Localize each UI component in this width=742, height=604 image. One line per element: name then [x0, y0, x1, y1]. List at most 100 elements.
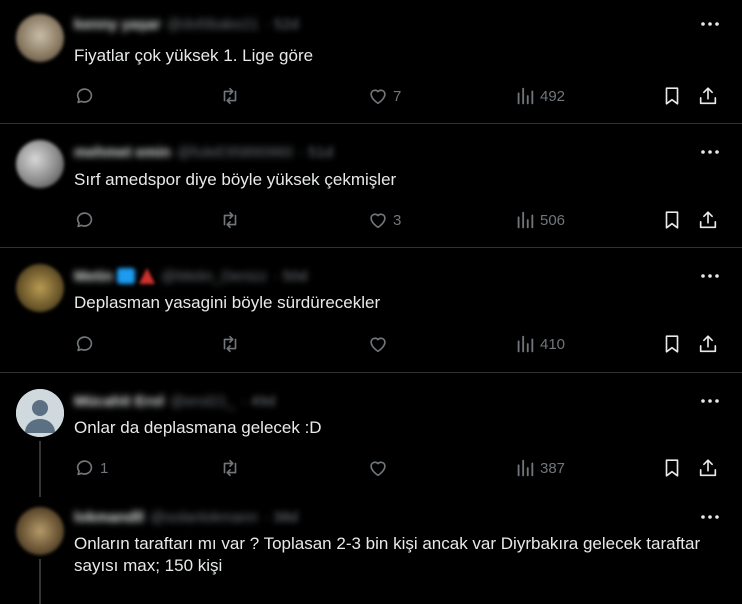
like-button[interactable]: 7 — [367, 84, 401, 108]
views-icon — [517, 87, 534, 105]
timestamp-value: 51d — [308, 143, 334, 161]
avatar[interactable] — [16, 389, 64, 437]
more-icon[interactable] — [700, 397, 720, 405]
author-handle[interactable]: @fuleE95890960 — [177, 144, 293, 161]
avatar[interactable] — [16, 14, 64, 62]
bookmark-button[interactable] — [661, 456, 683, 480]
reply-button[interactable] — [74, 208, 100, 232]
author-handle[interactable]: @erol21_ — [170, 393, 235, 410]
tweet-text: Fiyatlar çok yüksek 1. Lige göre — [74, 46, 314, 65]
tweet-header: Metin @Metin_Denizz · 50d — [74, 266, 307, 286]
views-button[interactable]: 506 — [514, 208, 565, 232]
heart-icon — [370, 461, 386, 477]
tweet[interactable]: mehmet emin @fuleE95890960 · 51d Sırf am… — [0, 124, 742, 248]
reply-icon — [76, 336, 93, 352]
tweet[interactable]: lokmandll @solanlokmann · 38d Onların ta… — [0, 497, 742, 604]
like-button[interactable] — [367, 332, 393, 356]
timestamp[interactable]: · 51d — [299, 144, 333, 161]
timestamp-value: 52d — [273, 15, 299, 33]
default-avatar-icon — [16, 389, 64, 437]
author-handle[interactable]: @solanlokmann — [150, 509, 258, 526]
timestamp-value: 38d — [272, 508, 299, 526]
reply-count: 1 — [100, 459, 109, 477]
heart-icon — [370, 89, 386, 105]
bookmark-button[interactable] — [661, 332, 683, 356]
reply-icon — [76, 460, 93, 476]
views-button[interactable]: 492 — [514, 84, 565, 108]
author-name[interactable]: Mücahit Erol — [74, 393, 164, 410]
reply-button[interactable] — [74, 332, 100, 356]
heart-icon — [370, 337, 386, 353]
share-button[interactable] — [697, 208, 719, 232]
reply-button[interactable]: 1 — [74, 456, 108, 480]
tweet[interactable]: Mücahit Erol @erol21_ · 49d Onlar da dep… — [0, 373, 742, 497]
retweet-button[interactable] — [219, 456, 241, 480]
like-count: 7 — [393, 87, 402, 105]
timestamp[interactable]: · 50d — [273, 268, 307, 285]
retweet-button[interactable] — [219, 332, 241, 356]
author-name[interactable]: kenny yaşar — [74, 16, 161, 33]
timestamp-value: 49d — [250, 392, 276, 410]
author-name[interactable]: mehmet emin — [74, 144, 171, 161]
timestamp-value: 50d — [282, 267, 308, 285]
share-icon — [699, 459, 717, 477]
badge-icon — [117, 268, 136, 284]
thread-line — [39, 441, 41, 497]
avatar[interactable] — [16, 140, 64, 188]
bookmark-button[interactable] — [661, 208, 683, 232]
like-button[interactable]: 3 — [367, 208, 401, 232]
more-icon[interactable] — [700, 20, 720, 28]
retweet-button[interactable] — [219, 208, 241, 232]
bookmark-icon — [665, 87, 679, 105]
bookmark-icon — [665, 459, 679, 477]
views-button[interactable]: 387 — [514, 456, 565, 480]
view-count: 492 — [540, 87, 566, 105]
views-icon — [517, 335, 534, 353]
view-count: 387 — [540, 459, 566, 477]
avatar[interactable] — [16, 507, 64, 555]
tweet-actions: 7 492 — [74, 84, 724, 108]
tweet-header: lokmandll @solanlokmann · 38d — [74, 507, 298, 527]
share-button[interactable] — [697, 456, 719, 480]
more-icon[interactable] — [700, 272, 720, 280]
like-button[interactable] — [367, 456, 393, 480]
timestamp[interactable]: · 52d — [265, 16, 299, 33]
timestamp[interactable]: · 49d — [241, 393, 275, 410]
retweet-button[interactable] — [219, 84, 241, 108]
reply-button[interactable] — [74, 84, 100, 108]
author-name[interactable]: Metin — [74, 268, 113, 285]
retweet-icon — [223, 211, 237, 229]
bookmark-button[interactable] — [661, 84, 683, 108]
view-count: 506 — [540, 211, 566, 229]
tweet-header: kenny yaşar @dvl0bake21 · 52d — [74, 14, 299, 34]
author-name[interactable]: lokmandll — [74, 509, 144, 526]
tweet-text: Onlar da deplasmana gelecek :D — [74, 418, 322, 437]
bookmark-icon — [665, 211, 679, 229]
author-handle[interactable]: @Metin_Denizz — [161, 268, 267, 285]
tweet-text: Sırf amedspor diye böyle yüksek çekmişle… — [74, 170, 397, 189]
author-handle[interactable]: @dvl0bake21 — [167, 16, 259, 33]
more-icon[interactable] — [700, 513, 720, 521]
share-icon — [699, 211, 717, 229]
like-count: 3 — [393, 211, 402, 229]
retweet-icon — [223, 87, 237, 105]
views-icon — [517, 459, 534, 477]
share-button[interactable] — [697, 332, 719, 356]
tweet[interactable]: Metin @Metin_Denizz · 50d Deplasman yasa… — [0, 248, 742, 373]
tweet-actions: 3 506 — [74, 208, 724, 232]
share-icon — [699, 87, 717, 105]
views-button[interactable]: 410 — [514, 332, 565, 356]
share-button[interactable] — [697, 84, 719, 108]
retweet-icon — [223, 459, 237, 477]
views-icon — [517, 211, 534, 229]
tweet-header: mehmet emin @fuleE95890960 · 51d — [74, 142, 333, 162]
bookmark-icon — [665, 335, 679, 353]
heart-icon — [370, 213, 386, 229]
tweet[interactable]: kenny yaşar @dvl0bake21 · 52d Fiyatlar ç… — [0, 0, 742, 124]
reply-feed: kenny yaşar @dvl0bake21 · 52d Fiyatlar ç… — [0, 0, 742, 604]
avatar[interactable] — [16, 264, 64, 312]
timestamp[interactable]: · 38d — [264, 509, 298, 526]
more-icon[interactable] — [700, 148, 720, 156]
tweet-text: Onların taraftarı mı var ? Toplasan 2-3 … — [74, 534, 701, 575]
reply-icon — [76, 88, 93, 104]
